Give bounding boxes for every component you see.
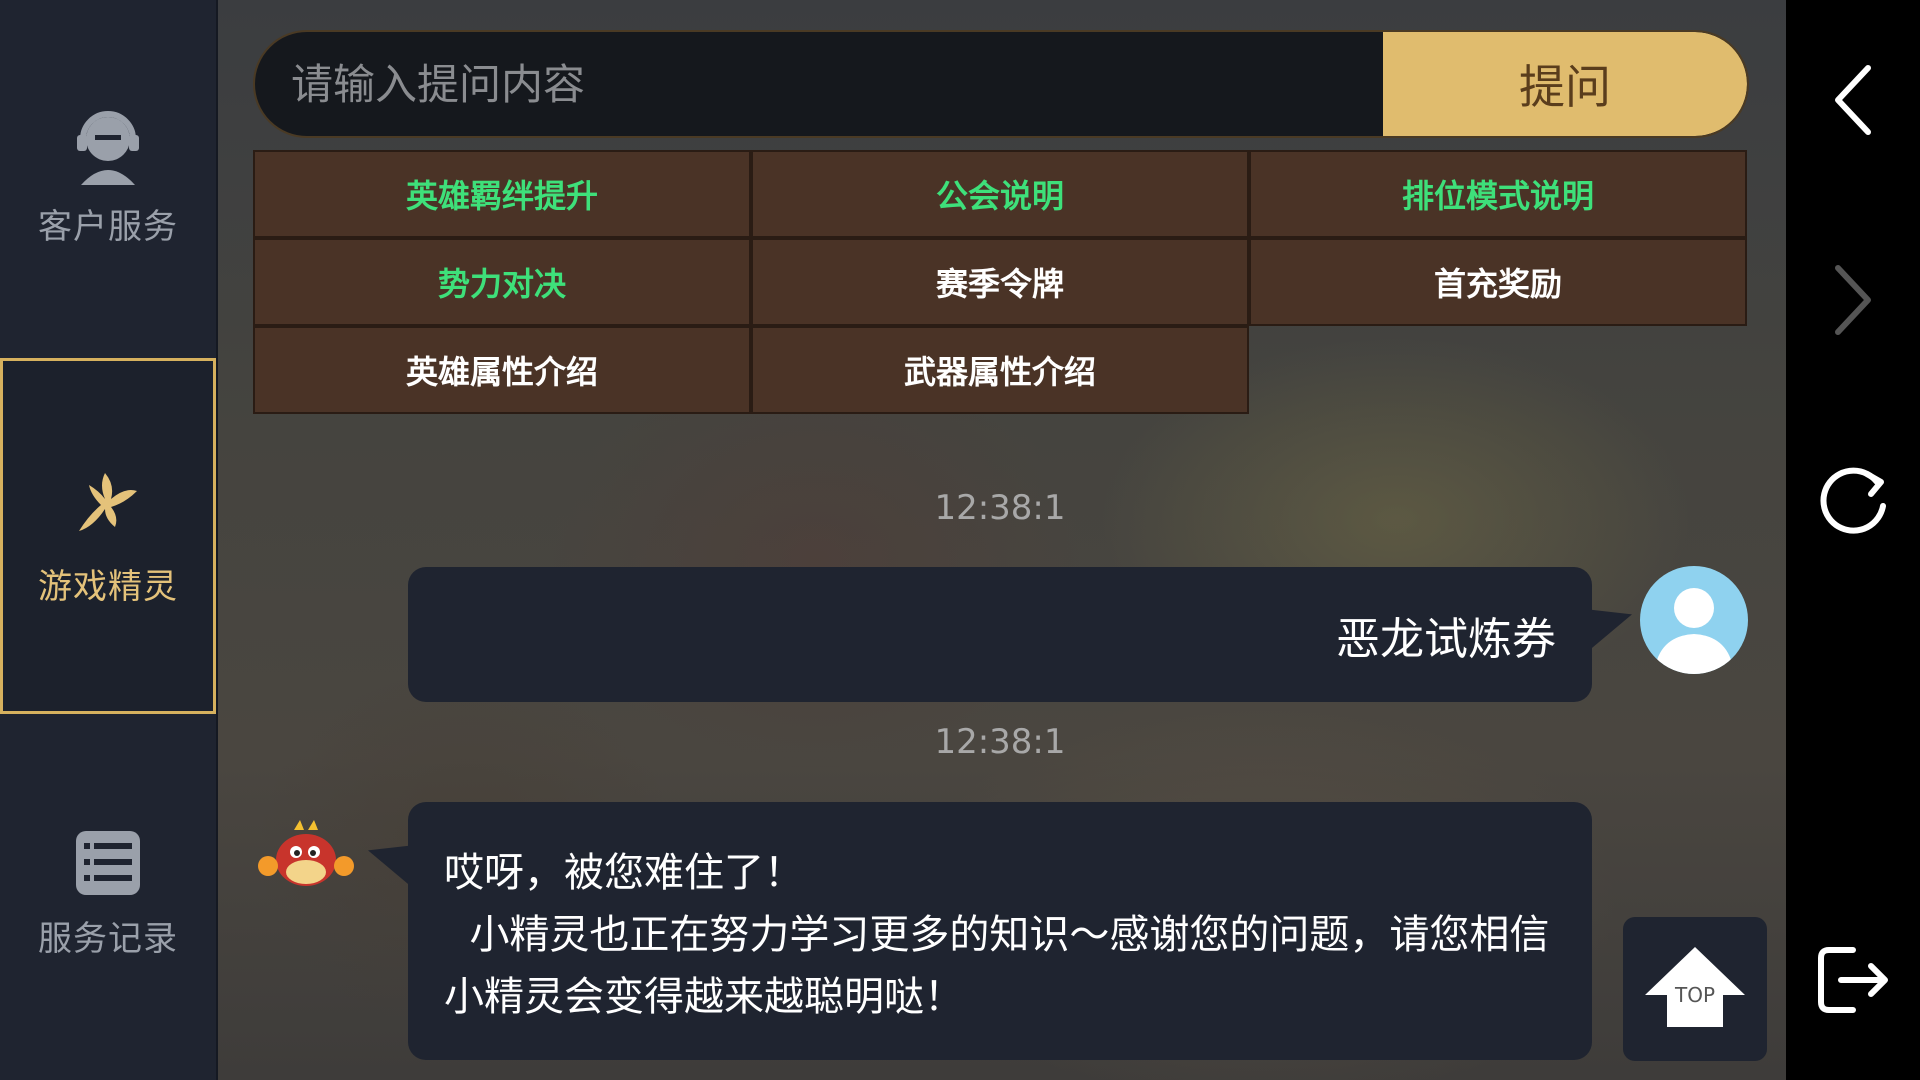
message-timestamp: 12:38:1 <box>934 488 1066 528</box>
sidebar-item-game-fairy[interactable]: 游戏精灵 <box>0 358 216 714</box>
topic-first-recharge[interactable]: 首充奖励 <box>1249 238 1747 326</box>
headset-icon <box>77 110 139 185</box>
sidebar-item-label: 游戏精灵 <box>38 566 178 607</box>
topic-season-token[interactable]: 赛季令牌 <box>751 238 1249 326</box>
fairy-icon <box>79 472 137 531</box>
topic-guild[interactable]: 公会说明 <box>751 150 1249 238</box>
forward-arrow-icon <box>1835 265 1871 335</box>
topic-weapon-attributes[interactable]: 武器属性介绍 <box>751 326 1249 414</box>
refresh-button[interactable] <box>1786 440 1920 560</box>
sidebar-item-label: 服务记录 <box>38 918 178 959</box>
user-message-text: 恶龙试炼券 <box>1336 613 1556 665</box>
back-button[interactable] <box>1786 40 1920 160</box>
dragon-mascot-icon <box>258 820 354 886</box>
message-timestamp: 12:38:1 <box>934 722 1066 762</box>
topic-hero-attributes[interactable]: 英雄属性介绍 <box>253 326 751 414</box>
topic-hero-bond[interactable]: 英雄羁绊提升 <box>253 150 751 238</box>
sidebar-item-label: 客户服务 <box>38 206 178 247</box>
top-label: TOP <box>1674 983 1716 1007</box>
sidebar: 客户服务 游戏精灵 服务记录 <box>0 0 218 1080</box>
refresh-icon <box>1820 467 1886 534</box>
user-message-bubble: 恶龙试炼券 <box>408 567 1592 702</box>
search-bar: 提问 <box>253 30 1749 138</box>
scroll-top-button[interactable]: TOP <box>1623 917 1767 1061</box>
right-navigation <box>1786 0 1920 1080</box>
forward-button[interactable] <box>1786 240 1920 360</box>
exit-icon <box>1818 947 1888 1013</box>
list-icon <box>76 830 140 895</box>
bot-message-text: 哎呀，被您难住了！ 小精灵也正在努力学习更多的知识～感谢您的问题，请您相信小精灵… <box>444 850 1550 1020</box>
ask-button[interactable]: 提问 <box>1383 32 1747 136</box>
user-silhouette-icon <box>1654 588 1734 674</box>
sidebar-item-customer-service[interactable]: 客户服务 <box>0 0 216 356</box>
user-avatar <box>1640 566 1748 674</box>
topic-faction-duel[interactable]: 势力对决 <box>253 238 751 326</box>
bot-avatar <box>254 816 358 896</box>
sidebar-item-service-records[interactable]: 服务记录 <box>0 716 216 1072</box>
back-arrow-icon <box>1835 65 1871 135</box>
exit-button[interactable] <box>1786 920 1920 1040</box>
question-input[interactable] <box>255 32 1385 136</box>
topic-ranked-mode[interactable]: 排位模式说明 <box>1249 150 1747 238</box>
bot-message-bubble: 哎呀，被您难住了！ 小精灵也正在努力学习更多的知识～感谢您的问题，请您相信小精灵… <box>408 802 1592 1060</box>
